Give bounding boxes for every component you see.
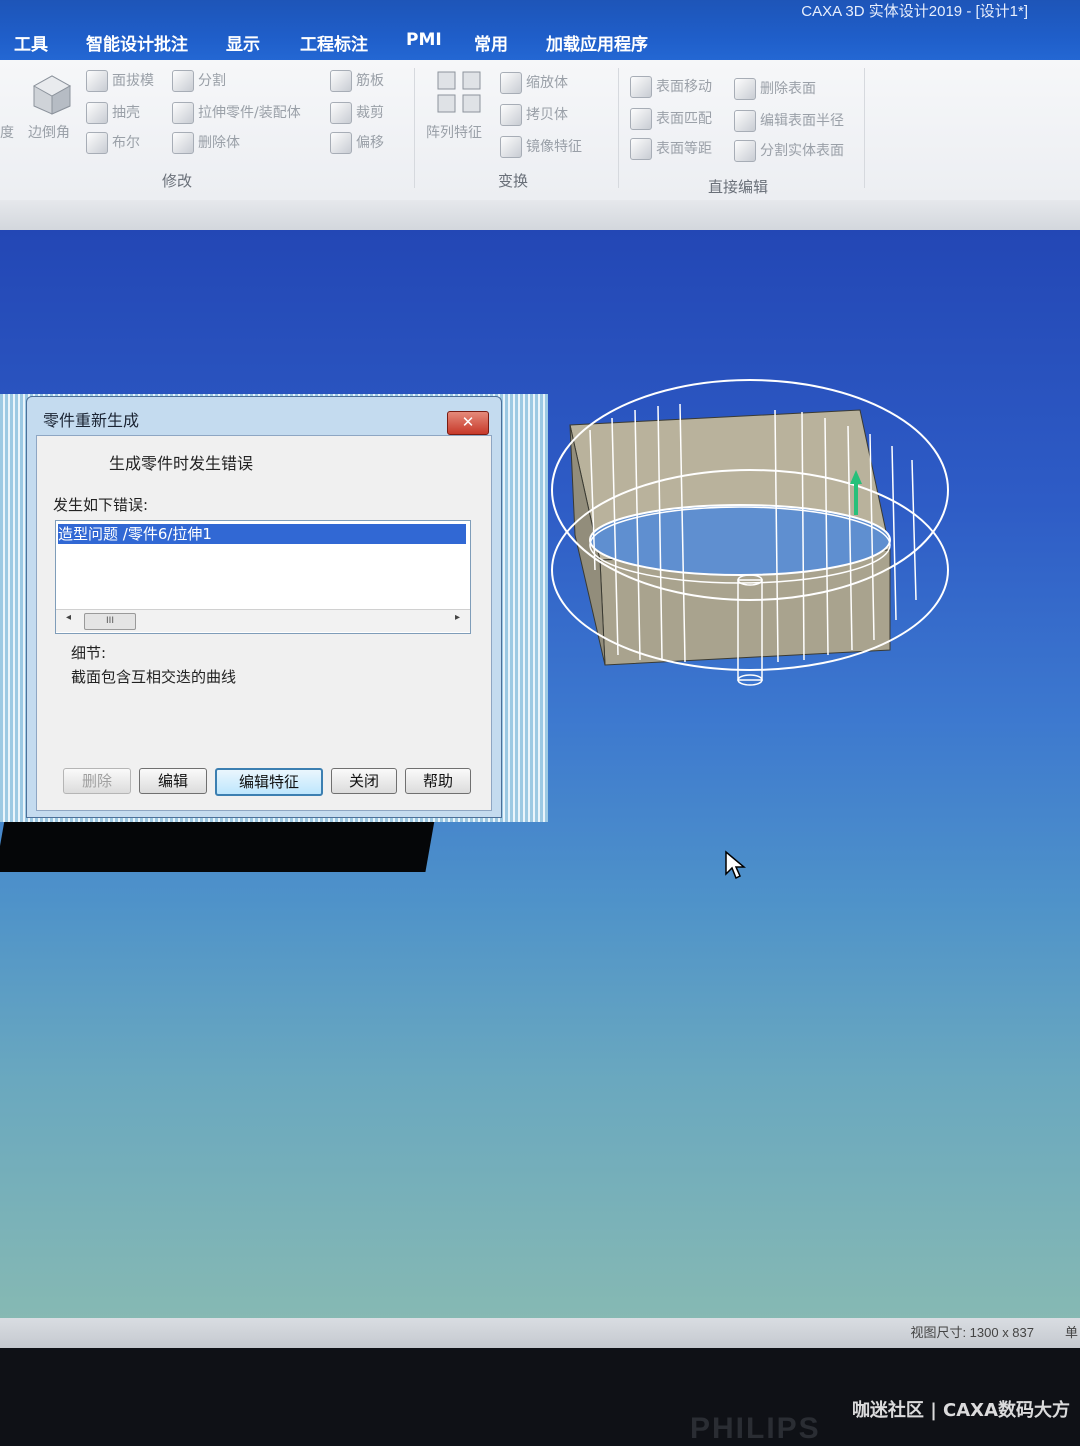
mirror-feature-button[interactable]: 镜像特征 [500,136,582,158]
chamfer-button[interactable]: 边倒角 [28,122,70,142]
part-model[interactable] [540,370,960,700]
part-regeneration-dialog: 零件重新生成 ✕ 生成零件时发生错误 发生如下错误: 造型问题 /零件6/拉伸1… [26,396,502,818]
match-face-button[interactable]: 表面匹配 [630,108,712,130]
scroll-thumb[interactable]: III [84,613,136,630]
mirror-feature-icon [500,136,522,158]
trim-icon [330,102,352,124]
offset-face-button[interactable]: 表面等距 [630,138,712,160]
edit-face-radius-icon [734,110,756,132]
split-solid-face-button[interactable]: 分割实体表面 [734,140,844,162]
errors-label: 发生如下错误: [53,496,149,514]
trim-button[interactable]: 裁剪 [330,102,384,124]
pattern-feature-icon[interactable] [436,70,482,114]
menu-engineering-annotation[interactable]: 工程标注 [300,30,368,55]
draft-icon [86,70,108,92]
shell-icon [86,102,108,124]
pattern-feature-button[interactable]: 阵列特征 [426,122,482,142]
watermark: 咖迷社区 | CAXA数码大方 [851,1400,1070,1421]
menu-display[interactable]: 显示 [226,30,260,55]
split-button[interactable]: 分割 [172,70,226,92]
split-icon [172,70,194,92]
match-face-icon [630,108,652,130]
edit-button[interactable]: 编辑 [139,768,207,794]
offset-button[interactable]: 偏移 [330,132,384,154]
move-face-button[interactable]: 表面移动 [630,76,712,98]
menu-bar: CAXA 3D 实体设计2019 - [设计1*] 工具 智能设计批注 显示 工… [0,0,1080,62]
copy-body-icon [500,104,522,126]
error-list-item[interactable]: 造型问题 /零件6/拉伸1 [58,524,466,544]
group-label-direct-edit: 直接编辑 [708,178,769,196]
copy-body-button[interactable]: 拷贝体 [500,104,568,126]
ribbon-separator [864,68,865,188]
delete-button[interactable]: 删除 [63,768,131,794]
error-list[interactable]: 造型问题 /零件6/拉伸1 ◂ III ▸ [55,520,471,634]
dialog-title: 零件重新生成 [43,411,140,430]
extrude-part-icon [172,102,194,124]
horizontal-scrollbar[interactable]: ◂ III ▸ [56,609,470,632]
group-label-transform: 变换 [498,172,529,190]
delete-body-icon [172,132,194,154]
menu-common[interactable]: 常用 [474,30,508,55]
detail-text: 截面包含互相交迭的曲线 [71,668,237,686]
dialog-body: 生成零件时发生错误 发生如下错误: 造型问题 /零件6/拉伸1 ◂ III ▸ … [36,435,492,811]
menu-smart-design-annotation[interactable]: 智能设计批注 [86,30,188,55]
close-icon[interactable]: ✕ [447,411,489,435]
boolean-icon [86,132,108,154]
delete-face-button[interactable]: 删除表面 [734,78,816,100]
menu-pmi[interactable]: PMI [406,30,442,50]
ribbon-bottom-strip [0,200,1080,232]
ribbon-separator [414,68,415,188]
detail-label: 细节: [71,644,107,662]
boolean-button[interactable]: 布尔 [86,132,140,154]
scale-body-button[interactable]: 缩放体 [500,72,568,94]
offset-face-icon [630,138,652,160]
edit-feature-button[interactable]: 编辑特征 [215,768,323,796]
scroll-right-icon[interactable]: ▸ [455,612,460,623]
scroll-left-icon[interactable]: ◂ [66,612,71,623]
error-message: 生成零件时发生错误 [109,454,254,473]
help-button[interactable]: 帮助 [405,768,471,794]
close-button[interactable]: 关闭 [331,768,397,794]
ribbon-partial-label[interactable]: 度 [0,122,14,142]
monitor-brand-logo: PHILIPS [690,1412,821,1445]
draft-button[interactable]: 面拔模 [86,70,154,92]
extrude-part-button[interactable]: 拉伸零件/装配体 [172,102,301,124]
ribbon: 度 边倒角 面拔模 分割 筋板 抽壳 拉伸零件/装配体 裁剪 布尔 删除体 偏移… [0,60,1080,201]
view-size-readout: 视图尺寸: 1300 x 837 [910,1325,1034,1340]
menu-load-applications[interactable]: 加载应用程序 [546,30,648,55]
rib-button[interactable]: 筋板 [330,70,384,92]
delete-body-button[interactable]: 删除体 [172,132,240,154]
mouse-pointer-icon [725,850,746,880]
edit-face-radius-button[interactable]: 编辑表面半径 [734,110,844,132]
dialog-shadow [0,820,435,872]
scale-body-icon [500,72,522,94]
rib-icon [330,70,352,92]
monitor-bezel [0,1348,1080,1440]
delete-face-icon [734,78,756,100]
split-solid-face-icon [734,140,756,162]
shell-button[interactable]: 抽壳 [86,102,140,124]
status-edge-text: 单 [1064,1326,1078,1341]
chamfer-icon[interactable] [30,70,74,116]
menu-tools[interactable]: 工具 [14,30,48,55]
ribbon-separator [618,68,619,188]
offset-icon [330,132,352,154]
move-face-icon [630,76,652,98]
group-label-modify: 修改 [162,172,193,190]
window-title: CAXA 3D 实体设计2019 - [设计1*] [801,3,1028,20]
